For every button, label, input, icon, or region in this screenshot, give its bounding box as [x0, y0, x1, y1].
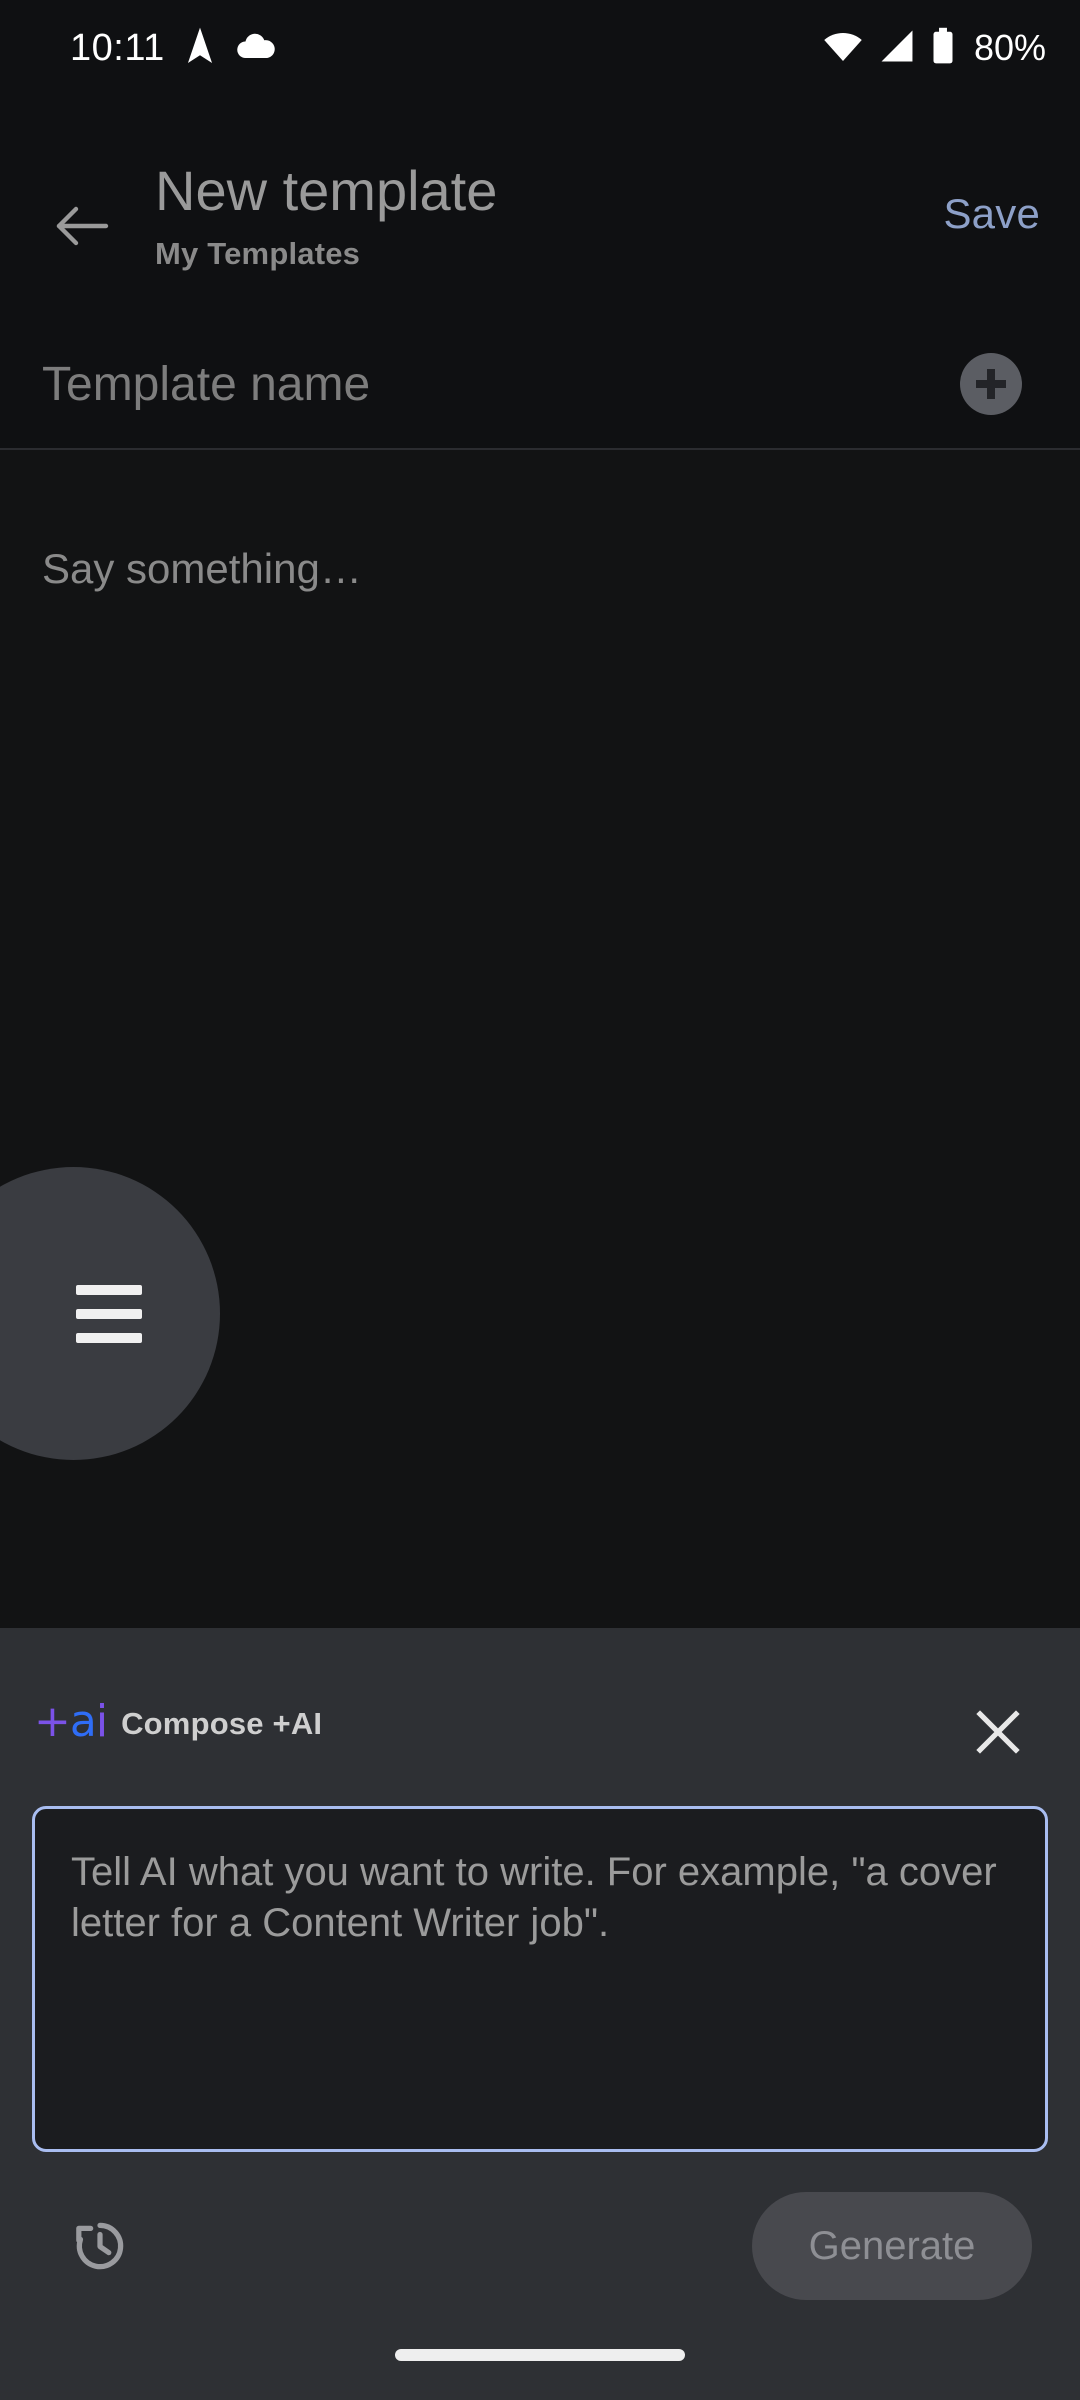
history-button[interactable]	[58, 2206, 142, 2290]
template-name-row	[0, 320, 1080, 448]
back-arrow-icon	[54, 203, 110, 254]
cellular-signal-icon	[878, 29, 916, 68]
phone-screen: 10:11 80% New template My Templates Save…	[0, 0, 1080, 2400]
title-block: New template My Templates	[155, 158, 497, 272]
app-bar: New template My Templates Save	[0, 150, 1080, 310]
navigation-arrow-icon	[183, 26, 217, 71]
generate-button[interactable]: Generate	[752, 2192, 1032, 2300]
template-body-editor[interactable]: Say something…	[0, 450, 1080, 1630]
template-name-input[interactable]	[42, 356, 960, 412]
home-indicator-pill[interactable]	[395, 2349, 685, 2361]
compose-ai-header: +ai Compose +AI	[0, 1676, 1080, 1786]
hamburger-menu-icon	[75, 1284, 142, 1343]
cloud-icon	[235, 31, 277, 66]
status-bar-left: 10:11	[70, 26, 277, 71]
compose-ai-sheet: +ai Compose +AI Tell AI what you want to…	[0, 1628, 1080, 2400]
back-button[interactable]	[42, 188, 122, 268]
battery-icon	[930, 27, 956, 70]
body-placeholder: Say something…	[42, 545, 362, 592]
logo-plus-glyph: +	[34, 1696, 71, 1747]
status-bar-right: 80%	[822, 27, 1046, 70]
generate-button-label: Generate	[808, 2223, 976, 2268]
plus-circle-icon[interactable]	[960, 353, 1022, 415]
close-icon	[972, 1706, 1024, 1763]
compose-ai-brand: +ai Compose +AI	[34, 1700, 322, 1744]
close-button[interactable]	[958, 1694, 1038, 1774]
page-title: New template	[155, 159, 498, 222]
save-button[interactable]: Save	[943, 190, 1040, 238]
battery-percentage: 80%	[973, 27, 1046, 68]
logo-a-glyph: a	[69, 1696, 97, 1747]
system-navigation-bar	[0, 2328, 1080, 2400]
ai-prompt-input[interactable]: Tell AI what you want to write. For exam…	[32, 1806, 1048, 2152]
compose-ai-actions: Generate	[0, 2188, 1080, 2328]
history-icon	[67, 2213, 133, 2284]
status-bar-clock: 10:11	[70, 27, 165, 69]
ai-prompt-placeholder: Tell AI what you want to write. For exam…	[71, 1850, 997, 1946]
breadcrumb-subtitle: My Templates	[155, 236, 361, 272]
logo-i-glyph: i	[95, 1696, 108, 1747]
compose-ai-title: Compose +AI	[121, 1706, 323, 1741]
wifi-icon	[822, 29, 864, 68]
compose-ai-logo-icon: +ai	[34, 1700, 108, 1744]
status-bar: 10:11 80%	[0, 0, 1080, 96]
